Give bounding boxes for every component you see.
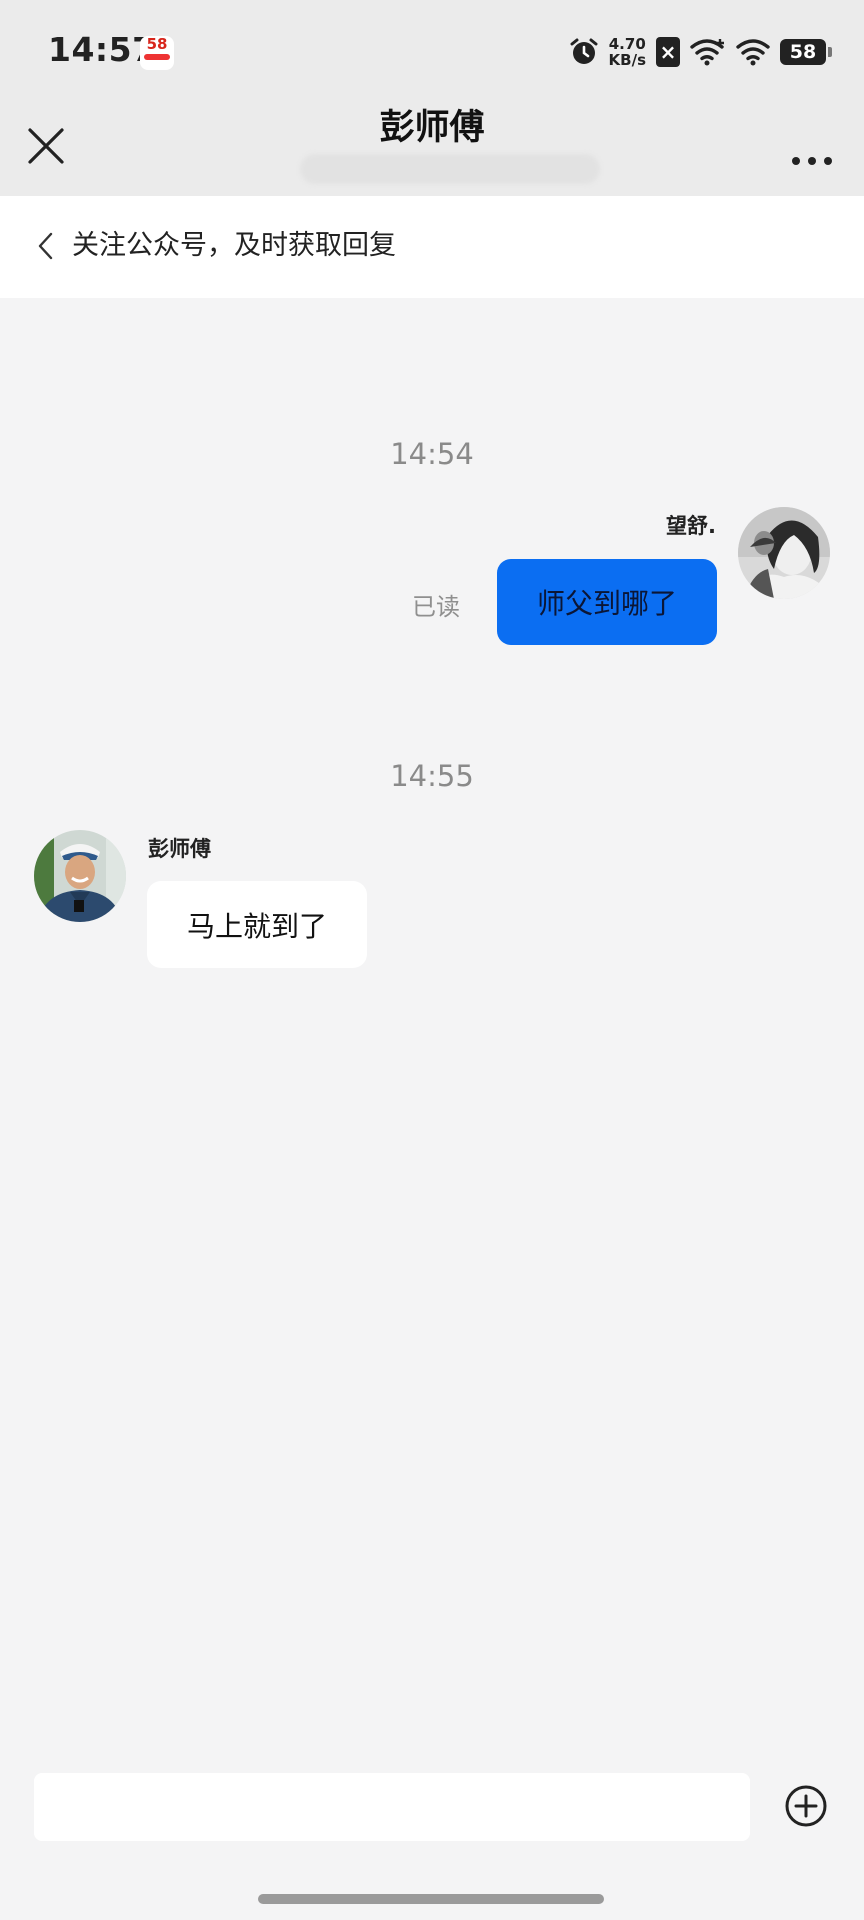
network-speed-value: 4.70 <box>608 35 646 53</box>
message-text: 师父到哪了 <box>536 587 677 620</box>
message-timestamp: 14:55 <box>390 759 474 793</box>
page-title: 彭师傅 <box>379 108 485 148</box>
plus-circle-icon[interactable] <box>784 1784 828 1828</box>
avatar[interactable] <box>34 830 126 922</box>
sender-name: 望舒. <box>666 514 716 538</box>
message-text: 马上就到了 <box>186 909 327 943</box>
home-indicator[interactable] <box>258 1894 604 1904</box>
message-bubble-incoming[interactable]: 马上就到了 <box>147 881 367 968</box>
redacted-subtitle <box>300 154 600 184</box>
network-speed-unit: KB/s <box>608 51 646 69</box>
alarm-icon <box>570 38 598 64</box>
wifi-plus-icon <box>690 39 724 66</box>
chevron-left-icon <box>38 232 53 260</box>
chat-header: 彭师傅 <box>0 104 864 196</box>
message-bubble-outgoing[interactable]: 师父到哪了 <box>497 559 717 645</box>
status-icons: 4.70 KB/s × 58 <box>569 32 832 72</box>
message-input[interactable] <box>34 1773 750 1841</box>
network-speed: 4.70 KB/s <box>609 36 646 68</box>
message-timestamp: 14:54 <box>390 437 474 471</box>
app-badge-label: 58 <box>146 35 168 53</box>
battery-icon: 58 <box>780 39 832 65</box>
status-bar: 14:57 58 4.70 KB/s × 58 <box>0 0 864 104</box>
user-avatar-photo <box>738 507 830 599</box>
wifi-icon <box>736 39 770 66</box>
sender-name: 彭师傅 <box>148 837 211 861</box>
no-sim-icon: × <box>656 37 680 67</box>
read-receipt: 已读 <box>412 593 460 621</box>
follow-official-account-banner[interactable]: 关注公众号，及时获取回复 <box>0 196 864 298</box>
battery-level: 58 <box>789 41 817 63</box>
app-notification-icon: 58 <box>140 36 174 70</box>
contact-avatar-photo <box>34 830 126 922</box>
more-icon[interactable] <box>782 122 842 172</box>
banner-text: 关注公众号，及时获取回复 <box>72 230 396 261</box>
avatar[interactable] <box>738 507 830 599</box>
